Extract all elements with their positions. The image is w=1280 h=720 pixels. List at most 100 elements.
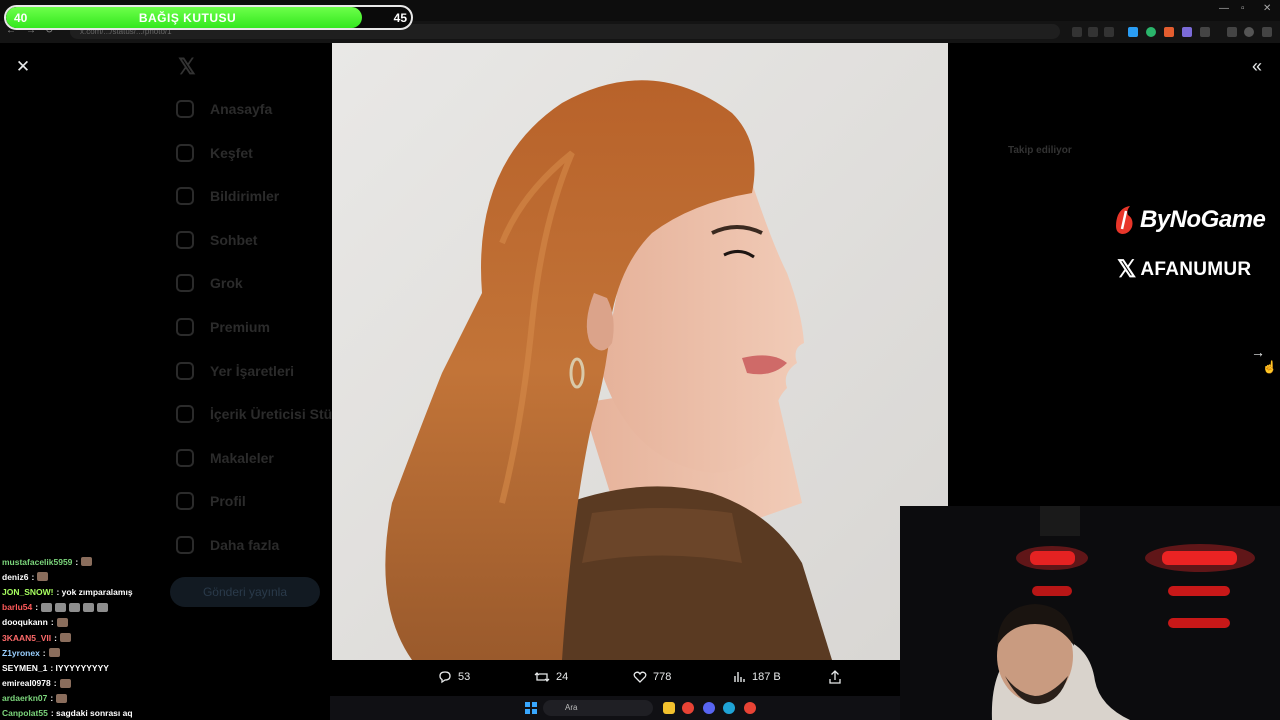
chat-message: ardaerkn07: bbox=[2, 691, 332, 706]
sidebar-item: Grok bbox=[170, 268, 243, 298]
profile-avatar-icon[interactable] bbox=[1244, 27, 1254, 37]
chat-emote bbox=[59, 633, 71, 643]
chat-emote bbox=[37, 572, 49, 582]
sidebar-item-label: Yer İşaretleri bbox=[210, 362, 295, 379]
sidebar-item: Bildirimler bbox=[170, 181, 279, 211]
taskbar-search-label: Ara bbox=[565, 703, 578, 712]
menu-icon[interactable] bbox=[1262, 27, 1272, 37]
views-button[interactable]: 187 B bbox=[732, 670, 781, 684]
stream-chat: mustafacelik5959: deniz6: JON_SNOW!: yok z… bbox=[2, 554, 332, 720]
chat-message: mustafacelik5959: bbox=[2, 554, 332, 569]
taskbar-search[interactable]: Ara bbox=[543, 700, 653, 716]
chat-username[interactable]: ardaerkn07 bbox=[2, 693, 47, 703]
extension-icon[interactable] bbox=[1182, 27, 1192, 37]
chat-message: SEYMEN_1: IYYYYYYYYY bbox=[2, 660, 332, 675]
chrome-profile-icon[interactable] bbox=[744, 702, 756, 714]
extension-icon[interactable] bbox=[1164, 27, 1174, 37]
restore-icon[interactable]: ▫ bbox=[1241, 3, 1245, 14]
chat-emote bbox=[97, 602, 109, 612]
minimize-icon[interactable]: — bbox=[1219, 3, 1229, 14]
chat-emote bbox=[81, 557, 93, 567]
extensions-puzzle-icon[interactable] bbox=[1200, 27, 1210, 37]
mouse-cursor-icon: ☝ bbox=[1262, 360, 1277, 374]
chat-username[interactable]: Canpolat55 bbox=[2, 708, 48, 718]
chat-username[interactable]: JON_SNOW! bbox=[2, 587, 53, 597]
chat-emote bbox=[41, 602, 53, 612]
x-brand-icon: 𝕏 bbox=[1117, 256, 1137, 283]
chat-text: : bbox=[53, 678, 57, 689]
chat-username[interactable]: Z1yronex bbox=[2, 648, 40, 658]
close-icon[interactable]: ✕ bbox=[12, 56, 34, 78]
chat-message: deniz6: bbox=[2, 569, 332, 584]
chat-message: Z1yronex: bbox=[2, 645, 332, 660]
chat-text: : bbox=[75, 556, 79, 567]
chat-text: : sagdaki sonrası aq bbox=[50, 708, 133, 719]
extension-icon[interactable] bbox=[1146, 27, 1156, 37]
chat-text: : IYYYYYYYYY bbox=[50, 662, 109, 673]
chat-emote bbox=[69, 602, 81, 612]
chat-emote bbox=[56, 693, 68, 703]
file-explorer-icon[interactable] bbox=[663, 702, 675, 714]
chat-username[interactable]: emireal0978 bbox=[2, 678, 51, 688]
chat-text: : bbox=[42, 647, 46, 658]
share-button[interactable] bbox=[828, 670, 848, 684]
tweet-photo[interactable] bbox=[332, 43, 948, 660]
sidebar-item-label: Keşfet bbox=[210, 144, 253, 161]
repost-button[interactable]: 24 bbox=[534, 670, 568, 684]
chat-message: barlu54: bbox=[2, 600, 332, 615]
heart-icon bbox=[633, 671, 647, 683]
sidebar-item-label: Profil bbox=[210, 493, 246, 510]
reply-button[interactable]: 53 bbox=[438, 670, 470, 684]
chat-emote bbox=[56, 617, 68, 627]
chat-username[interactable]: SEYMEN_1 bbox=[2, 663, 47, 673]
extension-icon[interactable] bbox=[1128, 27, 1138, 37]
chat-username[interactable]: mustafacelik5959 bbox=[2, 557, 72, 567]
like-count: 778 bbox=[653, 671, 672, 683]
like-button[interactable]: 778 bbox=[633, 670, 671, 684]
sidebar-item: Keşfet bbox=[170, 138, 253, 168]
chat-text: : bbox=[54, 632, 57, 643]
webcam-image bbox=[900, 506, 1280, 720]
chat-text: : yok zımparalamış bbox=[56, 586, 133, 597]
discord-icon[interactable] bbox=[703, 702, 715, 714]
donation-goal-value: 45 bbox=[393, 11, 407, 25]
donation-progress-bar: 40 BAĞIŞ KUTUSU 45 bbox=[4, 5, 413, 30]
repost-icon bbox=[534, 672, 550, 682]
chat-text: : bbox=[50, 617, 54, 628]
nav-icon bbox=[176, 492, 194, 511]
chat-username[interactable]: barlu54 bbox=[2, 602, 32, 612]
chat-username[interactable]: deniz6 bbox=[2, 572, 28, 582]
chat-emote bbox=[83, 602, 95, 612]
sidebar-item: Makaleler bbox=[170, 443, 274, 473]
collapse-panel-icon[interactable]: « bbox=[1246, 56, 1268, 78]
bynogame-text: ByNoGame bbox=[1140, 206, 1266, 233]
chat-text: : bbox=[50, 693, 54, 704]
chat-text: : bbox=[35, 602, 39, 613]
close-window-icon[interactable]: ✕ bbox=[1263, 3, 1271, 14]
chat-username[interactable]: dooqukann bbox=[2, 617, 48, 627]
repost-count: 24 bbox=[556, 671, 569, 683]
sidepanel-icon[interactable] bbox=[1227, 27, 1237, 37]
afanumur-text: AFANUMUR bbox=[1140, 259, 1252, 280]
bookmark-star-icon[interactable] bbox=[1104, 27, 1114, 37]
chat-username[interactable]: 3KAAN5_VII bbox=[2, 633, 51, 643]
sidebar-item: Premium bbox=[170, 312, 270, 342]
nav-icon bbox=[176, 187, 194, 206]
nav-icon bbox=[176, 318, 194, 336]
zoom-icon[interactable] bbox=[1072, 27, 1082, 37]
portrait-image bbox=[332, 43, 948, 660]
tweet-actions-bar: 53 24 778 187 B bbox=[330, 660, 900, 696]
nav-icon bbox=[176, 448, 194, 467]
share-icon bbox=[829, 670, 841, 684]
nav-icon bbox=[176, 405, 194, 424]
nav-icon bbox=[176, 536, 194, 554]
chat-message: 3KAAN5_VII: bbox=[2, 630, 332, 645]
backdrop-follow-label: Takip ediliyor bbox=[1008, 145, 1072, 156]
cast-icon[interactable] bbox=[1088, 27, 1098, 37]
windows-start-icon[interactable] bbox=[525, 702, 537, 714]
chrome-icon[interactable] bbox=[682, 702, 694, 714]
chat-message: emireal0978: bbox=[2, 676, 332, 691]
sidebar-item: Anasayfa bbox=[170, 94, 272, 124]
sidebar-item-label: Premium bbox=[210, 319, 270, 335]
edge-icon[interactable] bbox=[723, 702, 735, 714]
